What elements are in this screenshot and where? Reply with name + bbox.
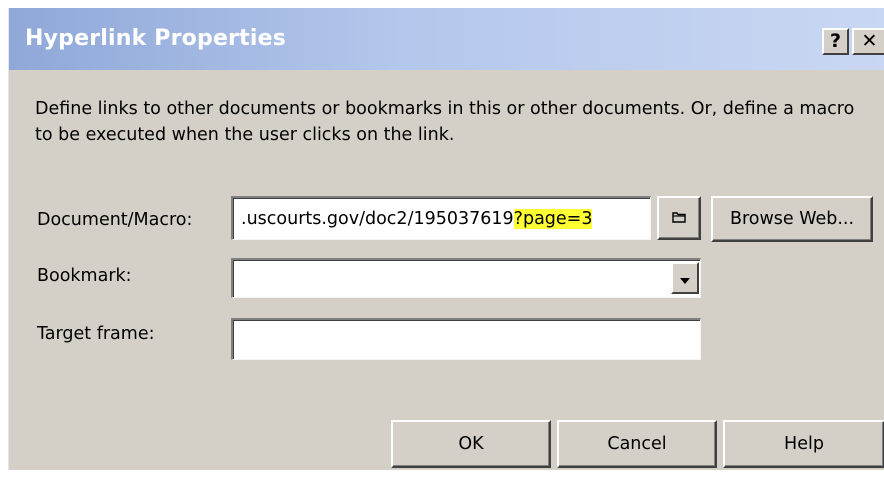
bookmark-label: Bookmark: bbox=[37, 266, 132, 286]
cancel-button[interactable]: Cancel bbox=[557, 420, 717, 468]
dialog-description: Define links to other documents or bookm… bbox=[35, 99, 855, 145]
ok-button[interactable]: OK bbox=[391, 420, 551, 468]
document-macro-value-highlight: ?page=3 bbox=[513, 209, 593, 229]
close-button[interactable]: ✕ bbox=[852, 28, 884, 55]
target-frame-input[interactable] bbox=[231, 318, 701, 360]
close-icon: ✕ bbox=[861, 30, 878, 52]
dialog-title: Hyperlink Properties bbox=[25, 26, 286, 51]
document-macro-value: .uscourts.gov/doc2/195037619?page=3 bbox=[241, 209, 593, 229]
document-macro-input[interactable]: .uscourts.gov/doc2/195037619?page=3 bbox=[231, 196, 651, 240]
folder-icon bbox=[672, 208, 686, 228]
bookmark-combobox[interactable] bbox=[231, 258, 701, 298]
hyperlink-properties-dialog: Hyperlink Properties ? ✕ Define links to… bbox=[8, 8, 884, 470]
browse-web-button[interactable]: Browse Web... bbox=[711, 196, 873, 242]
title-bar[interactable]: Hyperlink Properties ? ✕ bbox=[9, 8, 884, 70]
bookmark-dropdown-button[interactable] bbox=[671, 262, 699, 294]
help-title-button[interactable]: ? bbox=[822, 28, 849, 55]
document-macro-value-prefix: .uscourts.gov/doc2/195037619 bbox=[241, 209, 514, 229]
target-frame-label: Target frame: bbox=[37, 324, 155, 344]
chevron-down-icon bbox=[680, 269, 690, 288]
document-macro-label: Document/Macro: bbox=[37, 210, 193, 230]
browse-file-button[interactable] bbox=[657, 196, 701, 240]
question-icon: ? bbox=[829, 30, 842, 52]
help-button[interactable]: Help bbox=[723, 420, 884, 468]
